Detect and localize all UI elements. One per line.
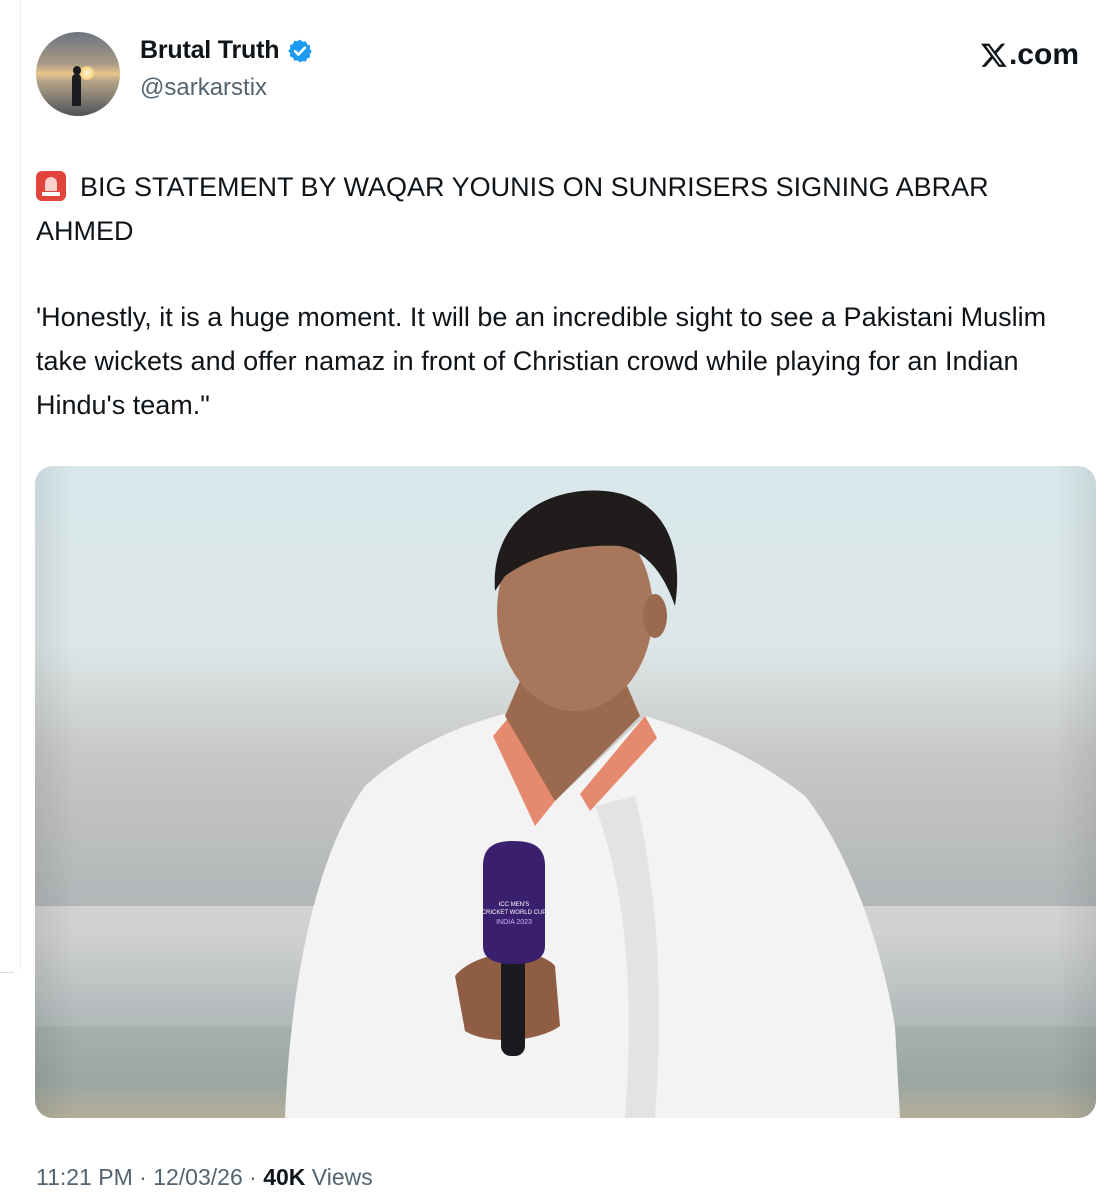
author-handle[interactable]: @sarkarstix: [140, 74, 267, 102]
divider-tick: [0, 972, 14, 973]
x-brand[interactable]: .com: [980, 38, 1079, 72]
meta-separator-1: ·: [132, 1164, 154, 1190]
x-logo-icon: [981, 43, 1007, 67]
tweet-quote: 'Honestly, it is a huge moment. It will …: [36, 302, 1047, 420]
avatar-sun: [80, 66, 94, 80]
avatar-figure: [72, 74, 81, 106]
views-label: Views: [305, 1164, 373, 1190]
tweet-media-photo[interactable]: ICC MEN'S CRICKET WORLD CUP INDIA 2023: [35, 466, 1096, 1118]
profile-avatar[interactable]: [36, 32, 120, 116]
verified-badge-icon: [288, 39, 313, 62]
brand-domain: .com: [1008, 38, 1079, 71]
meta-separator-2: ·: [242, 1164, 264, 1190]
author-name-row[interactable]: Brutal Truth: [140, 36, 313, 65]
police-siren-emoji: [36, 171, 66, 201]
ear: [643, 594, 667, 638]
thread-divider: [20, 0, 21, 970]
tweet-meta: 11:21 PM · 12/03/26 · 40K Views: [36, 1164, 373, 1191]
tweet-headline-text: BIG STATEMENT BY WAQAR YOUNIS ON SUNRISE…: [36, 172, 989, 246]
mic-text-2: CRICKET WORLD CUP: [482, 910, 547, 916]
shirt: [285, 714, 900, 1118]
author-display-name[interactable]: Brutal Truth: [140, 36, 279, 65]
mic-text-3: INDIA 2023: [496, 919, 532, 926]
tweet-time[interactable]: 11:21 PM: [36, 1164, 133, 1190]
mic-text-1: ICC MEN'S: [499, 902, 529, 908]
tweet-date[interactable]: 12/03/26: [153, 1164, 243, 1190]
commentator-figure: ICC MEN'S CRICKET WORLD CUP INDIA 2023: [285, 490, 900, 1118]
views-count: 40K: [263, 1164, 306, 1190]
tweet-headline: BIG STATEMENT BY WAQAR YOUNIS ON SUNRISE…: [36, 165, 1091, 253]
